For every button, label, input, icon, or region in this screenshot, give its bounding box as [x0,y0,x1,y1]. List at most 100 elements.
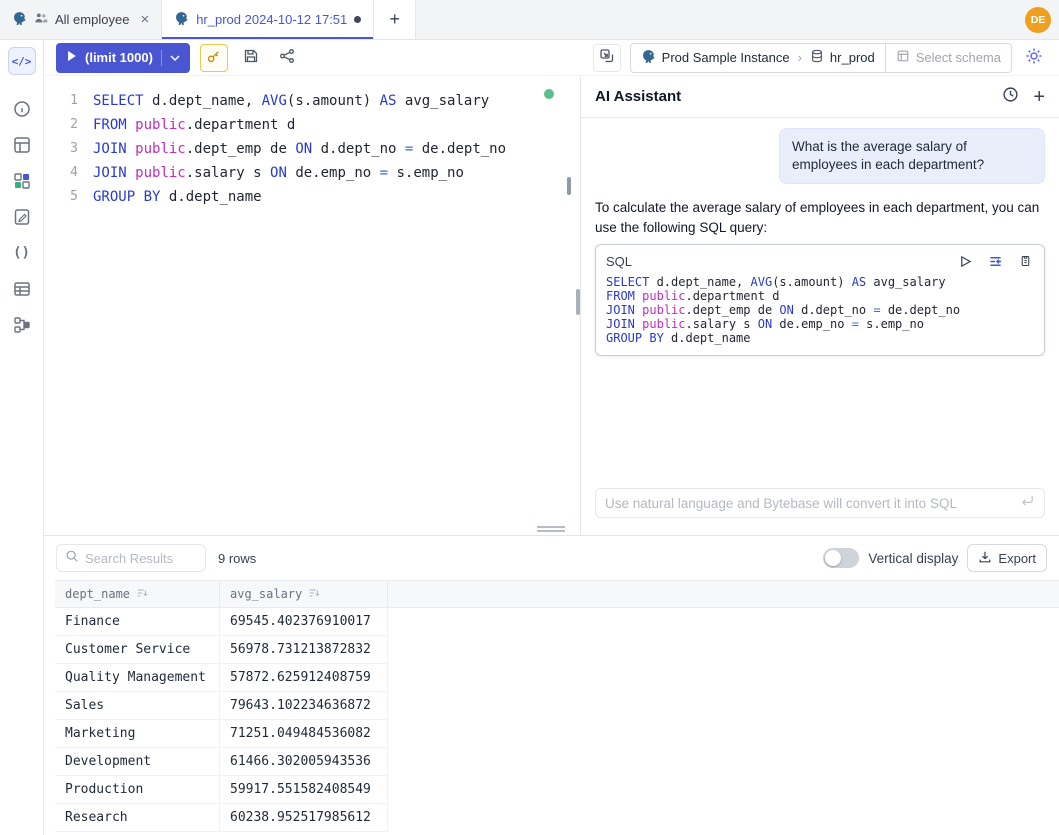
tab-all-employee[interactable]: All employee × [0,0,162,39]
table-icon[interactable] [4,271,40,307]
ai-sql-code-block: SQL SELECT d.dept_name, AVG(s.amount) AS… [595,244,1045,356]
table-row[interactable]: Marketing71251.049484536082 [55,720,388,748]
table-cell: Customer Service [55,636,220,663]
tab-hr-prod[interactable]: hr_prod 2024-10-12 17:51 [162,0,374,39]
table-cell: 69545.402376910017 [220,608,388,635]
results-body: Finance69545.402376910017Customer Servic… [55,608,1059,832]
ai-prompt-input[interactable] [605,496,1012,511]
ai-assistant-panel: AI Assistant + What is the average salar… [581,76,1059,535]
copy-sql-button[interactable] [1016,252,1034,270]
table-row[interactable]: Production59917.551582408549 [55,776,388,804]
postgresql-icon [174,11,189,29]
user-avatar[interactable]: DE [1025,7,1051,33]
code-language-label: SQL [606,254,632,269]
ai-chat-area: What is the average salary of employees … [581,118,1059,366]
gear-icon [1024,46,1044,69]
line-number: 2 [44,113,78,137]
share-button[interactable] [274,45,300,71]
table-row[interactable]: Research60238.952517985612 [55,804,388,832]
sql-editor[interactable]: 1SELECT d.dept_name, AVG(s.amount) AS av… [44,76,580,535]
insert-sql-button[interactable] [986,252,1004,270]
table-cell: 71251.049484536082 [220,720,388,747]
postgresql-icon [12,11,27,29]
admin-mode-button[interactable] [200,44,228,72]
sort-icon [308,587,320,602]
table-cell: Development [55,748,220,775]
export-button[interactable]: Export [967,544,1047,572]
tab-label: All employee [55,12,129,27]
locate-icon [599,48,615,67]
chevron-down-icon[interactable] [170,50,180,65]
parentheses-icon[interactable]: () [4,235,40,271]
instance-database-selector[interactable]: Prod Sample Instance › hr_prod [631,44,885,72]
return-icon [1020,493,1035,513]
table-cell: 56978.731213872832 [220,636,388,663]
editor-scrollbar-thumb[interactable] [567,177,571,195]
run-query-button[interactable]: (limit 1000) [56,43,190,73]
results-panel: 9 rows Vertical display Export dept_name… [44,535,1059,835]
export-label: Export [998,551,1036,566]
database-tables-icon[interactable] [4,127,40,163]
locate-connection-button[interactable] [593,44,621,72]
button-divider [161,50,162,66]
tab-label: hr_prod 2024-10-12 17:51 [196,12,347,27]
line-number: 3 [44,137,78,161]
schema-diagram-icon[interactable] [4,307,40,343]
run-button-label: (limit 1000) [85,50,153,65]
save-button[interactable] [238,45,264,71]
vertical-display-toggle[interactable] [823,548,859,568]
line-number: 5 [44,185,78,209]
history-icon[interactable] [1002,86,1019,108]
table-cell: Marketing [55,720,220,747]
table-row[interactable]: Finance69545.402376910017 [55,608,388,636]
run-sql-button[interactable] [956,252,974,270]
ai-panel-title: AI Assistant [595,88,681,105]
table-cell: Research [55,804,220,831]
key-icon [206,49,221,67]
new-tab-button[interactable]: + [374,0,416,39]
table-cell: Finance [55,608,220,635]
table-cell: Sales [55,692,220,719]
save-icon [243,48,259,67]
table-row[interactable]: Development61466.302005943536 [55,748,388,776]
ai-prompt-bar [595,488,1045,518]
table-cell: 59917.551582408549 [220,776,388,803]
editor-toolbar: (limit 1000) Prod Sample Instance › hr_p… [44,40,1059,76]
sql-editor-logo-icon[interactable]: </> [8,47,36,75]
line-number: 1 [44,89,78,113]
table-cell: 79643.102234636872 [220,692,388,719]
database-icon [810,49,824,66]
schema-selector[interactable]: Select schema [885,44,1011,72]
connection-breadcrumb: Prod Sample Instance › hr_prod Select sc… [630,43,1012,73]
worksheet-icon[interactable] [4,199,40,235]
row-count: 9 rows [218,551,256,566]
header-filler [388,581,1059,607]
settings-button[interactable] [1021,45,1047,71]
assistant-message: To calculate the average salary of emplo… [595,198,1041,238]
table-row[interactable]: Customer Service56978.731213872832 [55,636,388,664]
postgresql-icon [641,49,656,67]
line-number: 4 [44,161,78,185]
info-icon[interactable] [4,91,40,127]
instances-icon[interactable] [4,163,40,199]
table-row[interactable]: Sales79643.102234636872 [55,692,388,720]
table-row[interactable]: Quality Management57872.625912408759 [55,664,388,692]
user-message: What is the average salary of employees … [779,128,1045,184]
search-box [56,544,206,572]
search-icon [65,549,79,568]
close-icon[interactable]: × [140,12,149,27]
instance-name: Prod Sample Instance [662,50,790,65]
column-header-dept-name[interactable]: dept_name [55,581,220,607]
database-name: hr_prod [830,50,875,65]
vertical-splitter-handle[interactable] [576,289,580,315]
search-results-input[interactable] [85,551,197,566]
vertical-display-label: Vertical display [868,551,958,566]
download-icon [978,550,992,567]
new-chat-icon[interactable]: + [1033,87,1045,107]
connection-status-dot [544,89,554,99]
chevron-right-icon: › [798,50,802,65]
column-label: avg_salary [230,587,302,601]
column-header-avg-salary[interactable]: avg_salary [220,581,388,607]
left-rail: </> () [0,40,44,835]
horizontal-splitter-handle[interactable] [537,526,565,534]
